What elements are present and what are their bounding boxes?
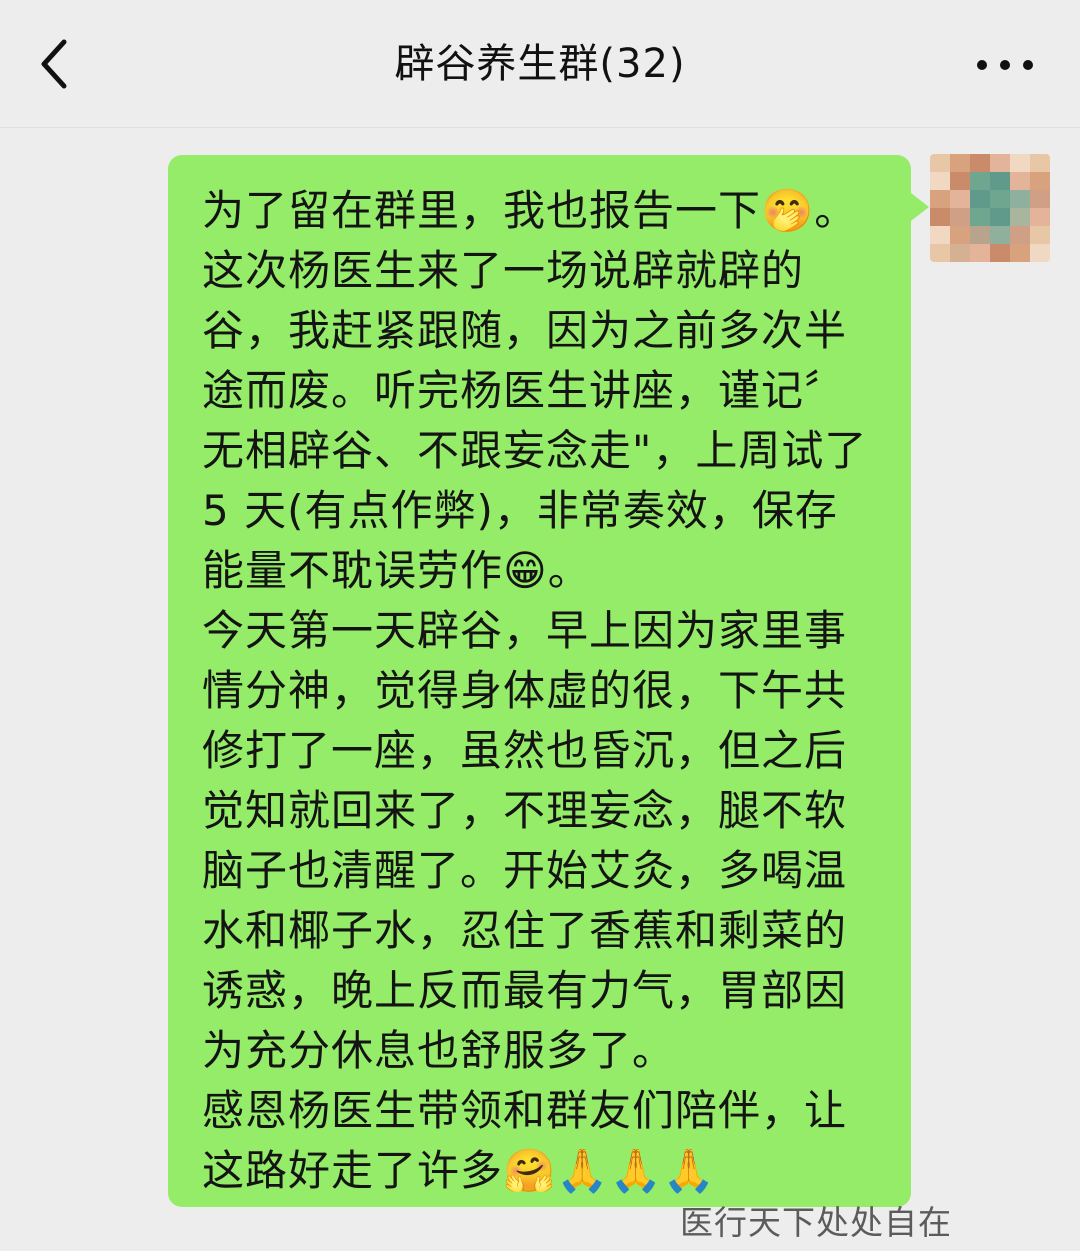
avatar-pixel xyxy=(950,244,970,262)
watermark: 医行天下处处自在 xyxy=(680,1203,952,1242)
bubble-tail xyxy=(911,193,929,221)
avatar-pixel xyxy=(1010,226,1030,244)
avatar-pixel xyxy=(950,172,970,190)
avatar-pixel xyxy=(990,244,1010,262)
avatar-pixel xyxy=(930,190,950,208)
avatar-pixel xyxy=(1030,226,1050,244)
avatar-pixel xyxy=(990,172,1010,190)
avatar-pixel xyxy=(930,172,950,190)
message-line-2: 这次杨医生来了一场说辟就辟的谷，我赶紧跟随，因为之前多次半途而废。听完杨医生讲座… xyxy=(202,246,882,595)
message-line-1: 为了留在群里，我也报告一下🤭。 xyxy=(202,186,858,235)
avatar-pixel xyxy=(1010,244,1030,262)
avatar-pixel xyxy=(990,226,1010,244)
message-line-3: 今天第一天辟谷，早上因为家里事情分神，觉得身体虚的很，下午共修打了一座，虽然也昏… xyxy=(202,606,848,1075)
avatar-pixel xyxy=(1030,190,1050,208)
avatar-pixel xyxy=(970,244,990,262)
avatar-pixel xyxy=(930,244,950,262)
more-dots-icon xyxy=(977,60,1033,70)
avatar-pixel xyxy=(1030,244,1050,262)
avatar-pixel xyxy=(930,226,950,244)
message-bubble[interactable]: 为了留在群里，我也报告一下🤭。 这次杨医生来了一场说辟就辟的谷，我赶紧跟随，因为… xyxy=(168,155,929,1207)
avatar-pixel xyxy=(950,190,970,208)
avatar-pixel xyxy=(970,190,990,208)
avatar-pixel xyxy=(1030,172,1050,190)
avatar-pixel xyxy=(950,226,970,244)
message-line-4: 感恩杨医生带领和群友们陪伴，让这路好走了许多🤗🙏🙏🙏 xyxy=(202,1086,848,1195)
avatar-pixel xyxy=(990,208,1010,226)
avatar-pixel xyxy=(990,190,1010,208)
avatar[interactable] xyxy=(930,154,1050,262)
avatar-pixel xyxy=(1010,208,1030,226)
chat-header: 辟谷养生群(32) xyxy=(0,0,1080,128)
avatar-pixel xyxy=(1010,172,1030,190)
avatar-pixel xyxy=(1030,154,1050,172)
avatar-pixel xyxy=(970,172,990,190)
avatar-pixel xyxy=(950,154,970,172)
avatar-pixel xyxy=(950,208,970,226)
avatar-pixel xyxy=(970,226,990,244)
avatar-pixel xyxy=(970,208,990,226)
avatar-pixel xyxy=(1010,190,1030,208)
avatar-pixel xyxy=(1030,208,1050,226)
avatar-pixel xyxy=(970,154,990,172)
avatar-pixel xyxy=(930,154,950,172)
chat-area: 为了留在群里，我也报告一下🤭。 这次杨医生来了一场说辟就辟的谷，我赶紧跟随，因为… xyxy=(0,128,1080,1251)
avatar-pixel xyxy=(930,208,950,226)
chat-title: 辟谷养生群(32) xyxy=(394,41,686,87)
more-button[interactable] xyxy=(970,40,1040,90)
avatar-pixel xyxy=(990,154,1010,172)
avatar-pixel xyxy=(1010,154,1030,172)
